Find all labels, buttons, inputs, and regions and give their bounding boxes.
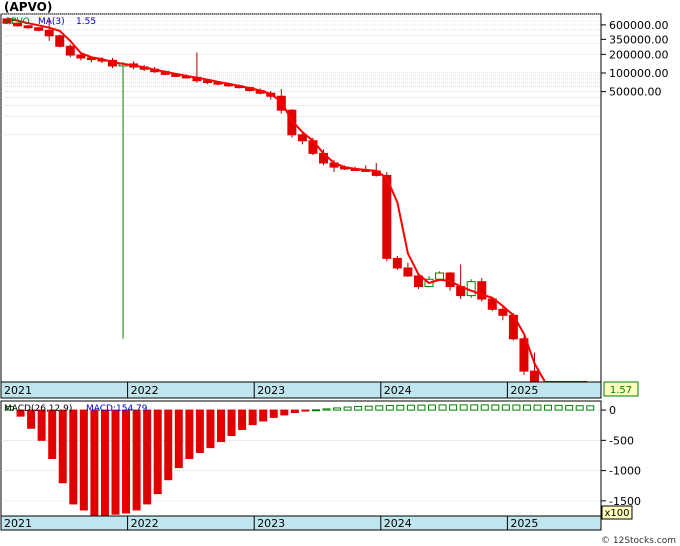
macd-bar (100, 409, 109, 517)
macd-bar (554, 404, 563, 411)
macd-bar (544, 404, 553, 411)
macd-bar (575, 405, 584, 411)
macd-bar (333, 407, 342, 411)
macd-bar (90, 409, 99, 517)
candle-body (403, 267, 413, 277)
macd-bar (364, 405, 373, 411)
macd-bar (248, 409, 257, 426)
macd-bar (58, 409, 67, 484)
macd-y-tick-label: 0 (609, 404, 616, 417)
candle-body (55, 35, 65, 47)
x-axis-label: 2024 (384, 517, 412, 530)
price-y-tick-label: 600000.00 (609, 19, 669, 32)
macd-bar (565, 405, 574, 411)
macd-bar (385, 405, 394, 411)
macd-bar (37, 409, 46, 441)
macd-bar (195, 409, 204, 453)
candle-body (392, 257, 402, 269)
macd-bar (522, 404, 531, 411)
macd-label: MACD(26,12,9) (4, 404, 72, 414)
price-y-tick-label: 100000.00 (609, 67, 669, 80)
macd-bar (396, 404, 405, 411)
footer-copyright: © 12Stocks.com (601, 536, 676, 546)
macd-bar (586, 405, 595, 411)
candle-body (435, 272, 445, 280)
candle-body (34, 27, 44, 31)
macd-bar (501, 404, 510, 411)
macd-bar (491, 404, 500, 411)
last-price-value: 1.57 (610, 385, 632, 396)
macd-y-tick-label: -500 (609, 434, 634, 447)
macd-bar (122, 409, 131, 514)
candle-body (44, 29, 54, 37)
chart-figure: (APVO) APVO MA(3) 1.55 600000.00350000.0… (0, 0, 676, 546)
macd-bar (174, 409, 183, 469)
macd-bar (280, 409, 289, 416)
macd-bar (417, 404, 426, 411)
macd-bar (311, 409, 320, 412)
macd-bar (438, 404, 447, 411)
ma-value: 1.55 (76, 17, 96, 27)
x-axis-label: 2021 (4, 384, 32, 397)
chart-title: (APVO) (4, 0, 52, 14)
candle-body (76, 54, 86, 59)
macd-bar (322, 408, 331, 411)
macd-bar (238, 409, 247, 430)
x-axis-label: 2023 (257, 517, 285, 530)
macd-bar (79, 409, 88, 511)
macd-bar (480, 404, 489, 411)
macd-bar (301, 409, 310, 412)
macd-bar (533, 404, 542, 411)
macd-bar (428, 404, 436, 411)
macd-bar (406, 404, 415, 411)
macd-bar (185, 409, 194, 459)
x-axis-label: 2022 (131, 384, 159, 397)
macd-value-label: MACD:154.79 (86, 404, 148, 414)
macd-bar (269, 409, 278, 418)
ma-label: MA(3) (38, 17, 65, 27)
x-axis-label: 2021 (4, 517, 32, 530)
macd-bar (111, 409, 120, 515)
x-axis-label: 2025 (510, 384, 538, 397)
x-axis-label: 2022 (131, 517, 159, 530)
price-y-tick-label: 50000.00 (609, 86, 662, 99)
macd-bar (143, 409, 152, 505)
candle-body (382, 174, 392, 259)
macd-bar (512, 404, 521, 411)
macd-bar (69, 409, 78, 505)
macd-bar (343, 406, 352, 411)
macd-bar (217, 409, 225, 443)
macd-y-axis: 0-500-1000-1500 (601, 404, 641, 508)
macd-bar (153, 409, 162, 495)
candle-body (530, 370, 539, 383)
multiplier-text: x100 (604, 508, 629, 519)
x-axis-label: 2025 (510, 517, 538, 530)
symbol-label: APVO (5, 17, 30, 27)
candle-body (65, 45, 75, 56)
price-y-tick-label: 200000.00 (609, 48, 669, 61)
macd-bar (132, 409, 141, 511)
price-y-tick-label: 350000.00 (609, 33, 669, 46)
candle-body (498, 308, 508, 316)
macd-bar (227, 409, 236, 437)
candle-body (477, 281, 487, 300)
macd-bar (164, 409, 173, 481)
macd-bar (470, 404, 479, 411)
macd-bar (354, 405, 363, 411)
macd-bar (449, 404, 458, 411)
macd-bar (290, 409, 299, 414)
macd-bar (459, 404, 468, 411)
macd-bar (48, 409, 57, 459)
price-y-axis: 600000.00350000.00 200000.00 100000.00 5000… (601, 19, 669, 99)
macd-bar (206, 409, 215, 449)
x-axis-label: 2024 (384, 384, 412, 397)
macd-bar (259, 409, 268, 422)
macd-y-tick-label: -1000 (609, 465, 641, 478)
macd-bar (375, 405, 384, 411)
x-axis-label: 2023 (257, 384, 285, 397)
